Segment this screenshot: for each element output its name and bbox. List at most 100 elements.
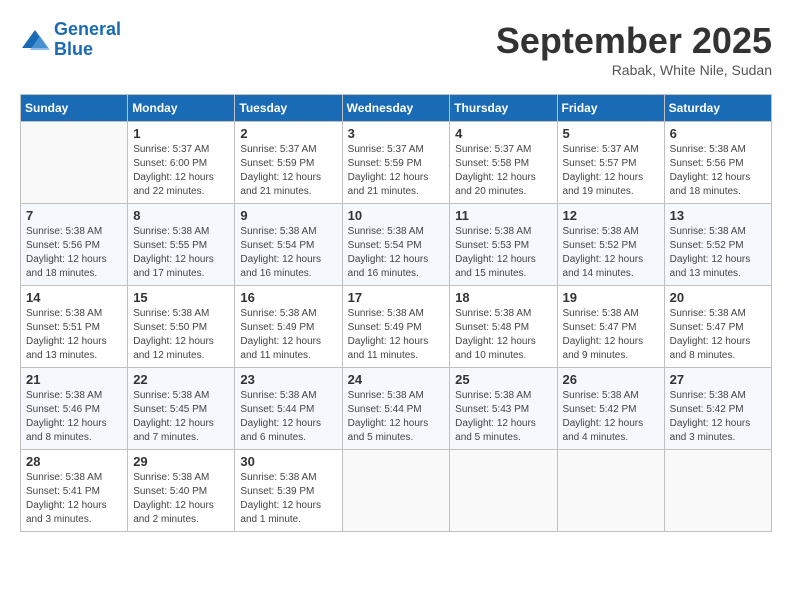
- day-number: 19: [563, 290, 659, 305]
- calendar-cell: 10Sunrise: 5:38 AM Sunset: 5:54 PM Dayli…: [342, 204, 450, 286]
- day-info: Sunrise: 5:38 AM Sunset: 5:56 PM Dayligh…: [26, 225, 122, 281]
- day-info: Sunrise: 5:38 AM Sunset: 5:46 PM Dayligh…: [26, 389, 122, 445]
- day-number: 2: [240, 126, 336, 141]
- day-number: 26: [563, 372, 659, 387]
- day-number: 29: [133, 454, 229, 469]
- day-info: Sunrise: 5:38 AM Sunset: 5:52 PM Dayligh…: [563, 225, 659, 281]
- day-number: 6: [670, 126, 766, 141]
- calendar-cell: 28 Sunrise: 5:38 AM Sunset: 5:41 PM Dayli…: [21, 450, 128, 532]
- day-number: 18: [455, 290, 551, 305]
- calendar-cell: 4Sunrise: 5:37 AM Sunset: 5:58 PM Daylig…: [450, 122, 557, 204]
- day-number: 27: [670, 372, 766, 387]
- day-number: 22: [133, 372, 229, 387]
- day-number: 1: [133, 126, 229, 141]
- calendar-week-row: 21 Sunrise: 5:38 AM Sunset: 5:46 PM Dayli…: [21, 368, 772, 450]
- day-info: Sunrise: 5:37 AM Sunset: 5:59 PM Dayligh…: [348, 143, 445, 199]
- day-info: Sunrise: 5:38 AM Sunset: 5:49 PM Dayligh…: [348, 307, 445, 363]
- calendar-cell: [342, 450, 450, 532]
- calendar-cell: 1 Sunrise: 5:37 AM Sunset: 6:00 PM Daylig…: [128, 122, 235, 204]
- calendar-cell: [664, 450, 771, 532]
- calendar-cell: 22 Sunrise: 5:38 AM Sunset: 5:45 PM Dayli…: [128, 368, 235, 450]
- calendar-cell: 14 Sunrise: 5:38 AM Sunset: 5:51 PM Dayli…: [21, 286, 128, 368]
- calendar-cell: 30 Sunrise: 5:38 AM Sunset: 5:39 PM Dayli…: [235, 450, 342, 532]
- day-number: 13: [670, 208, 766, 223]
- calendar-week-row: 1 Sunrise: 5:37 AM Sunset: 6:00 PM Daylig…: [21, 122, 772, 204]
- calendar-cell: 29 Sunrise: 5:38 AM Sunset: 5:40 PM Dayli…: [128, 450, 235, 532]
- day-info: Sunrise: 5:37 AM Sunset: 6:00 PM Dayligh…: [133, 143, 229, 199]
- calendar-cell: 6 Sunrise: 5:38 AM Sunset: 5:56 PM Daylig…: [664, 122, 771, 204]
- calendar-week-row: 14 Sunrise: 5:38 AM Sunset: 5:51 PM Dayli…: [21, 286, 772, 368]
- column-header-wednesday: Wednesday: [342, 95, 450, 122]
- logo-line1: General: [54, 19, 121, 39]
- page-header: General Blue September 2025 Rabak, White…: [20, 20, 772, 78]
- day-info: Sunrise: 5:38 AM Sunset: 5:45 PM Dayligh…: [133, 389, 229, 445]
- day-info: Sunrise: 5:38 AM Sunset: 5:47 PM Dayligh…: [670, 307, 766, 363]
- location: Rabak, White Nile, Sudan: [496, 62, 772, 78]
- day-info: Sunrise: 5:38 AM Sunset: 5:51 PM Dayligh…: [26, 307, 122, 363]
- calendar-cell: 18Sunrise: 5:38 AM Sunset: 5:48 PM Dayli…: [450, 286, 557, 368]
- day-info: Sunrise: 5:38 AM Sunset: 5:41 PM Dayligh…: [26, 471, 122, 527]
- day-number: 12: [563, 208, 659, 223]
- day-info: Sunrise: 5:38 AM Sunset: 5:50 PM Dayligh…: [133, 307, 229, 363]
- calendar-cell: 13 Sunrise: 5:38 AM Sunset: 5:52 PM Dayli…: [664, 204, 771, 286]
- day-number: 8: [133, 208, 229, 223]
- day-info: Sunrise: 5:37 AM Sunset: 5:58 PM Dayligh…: [455, 143, 551, 199]
- logo-text: General Blue: [54, 20, 121, 60]
- calendar-week-row: 7 Sunrise: 5:38 AM Sunset: 5:56 PM Daylig…: [21, 204, 772, 286]
- day-number: 5: [563, 126, 659, 141]
- logo: General Blue: [20, 20, 121, 60]
- day-info: Sunrise: 5:38 AM Sunset: 5:55 PM Dayligh…: [133, 225, 229, 281]
- day-info: Sunrise: 5:38 AM Sunset: 5:42 PM Dayligh…: [670, 389, 766, 445]
- calendar-cell: 2 Sunrise: 5:37 AM Sunset: 5:59 PM Daylig…: [235, 122, 342, 204]
- day-info: Sunrise: 5:38 AM Sunset: 5:49 PM Dayligh…: [240, 307, 336, 363]
- column-header-thursday: Thursday: [450, 95, 557, 122]
- day-info: Sunrise: 5:38 AM Sunset: 5:44 PM Dayligh…: [348, 389, 445, 445]
- calendar-cell: 5 Sunrise: 5:37 AM Sunset: 5:57 PM Daylig…: [557, 122, 664, 204]
- day-info: Sunrise: 5:37 AM Sunset: 5:59 PM Dayligh…: [240, 143, 336, 199]
- calendar-cell: 25 Sunrise: 5:38 AM Sunset: 5:43 PM Dayli…: [450, 368, 557, 450]
- day-number: 11: [455, 208, 551, 223]
- calendar-cell: 9Sunrise: 5:38 AM Sunset: 5:54 PM Daylig…: [235, 204, 342, 286]
- day-number: 20: [670, 290, 766, 305]
- day-number: 24: [348, 372, 445, 387]
- day-number: 28: [26, 454, 122, 469]
- calendar-cell: 19Sunrise: 5:38 AM Sunset: 5:47 PM Dayli…: [557, 286, 664, 368]
- calendar-cell: [557, 450, 664, 532]
- day-info: Sunrise: 5:38 AM Sunset: 5:56 PM Dayligh…: [670, 143, 766, 199]
- day-number: 23: [240, 372, 336, 387]
- day-info: Sunrise: 5:38 AM Sunset: 5:52 PM Dayligh…: [670, 225, 766, 281]
- day-number: 7: [26, 208, 122, 223]
- calendar-cell: 12 Sunrise: 5:38 AM Sunset: 5:52 PM Dayli…: [557, 204, 664, 286]
- calendar-cell: 7 Sunrise: 5:38 AM Sunset: 5:56 PM Daylig…: [21, 204, 128, 286]
- day-number: 3: [348, 126, 445, 141]
- day-number: 14: [26, 290, 122, 305]
- column-header-friday: Friday: [557, 95, 664, 122]
- calendar-week-row: 28 Sunrise: 5:38 AM Sunset: 5:41 PM Dayli…: [21, 450, 772, 532]
- calendar-cell: 15 Sunrise: 5:38 AM Sunset: 5:50 PM Dayli…: [128, 286, 235, 368]
- calendar-cell: 16 Sunrise: 5:38 AM Sunset: 5:49 PM Dayli…: [235, 286, 342, 368]
- calendar-cell: 8 Sunrise: 5:38 AM Sunset: 5:55 PM Daylig…: [128, 204, 235, 286]
- day-info: Sunrise: 5:38 AM Sunset: 5:39 PM Dayligh…: [240, 471, 336, 527]
- calendar-header-row: SundayMondayTuesdayWednesdayThursdayFrid…: [21, 95, 772, 122]
- month-year: September 2025: [496, 20, 772, 62]
- day-info: Sunrise: 5:38 AM Sunset: 5:42 PM Dayligh…: [563, 389, 659, 445]
- calendar-cell: 11Sunrise: 5:38 AM Sunset: 5:53 PM Dayli…: [450, 204, 557, 286]
- day-info: Sunrise: 5:38 AM Sunset: 5:40 PM Dayligh…: [133, 471, 229, 527]
- day-number: 21: [26, 372, 122, 387]
- column-header-monday: Monday: [128, 95, 235, 122]
- day-number: 25: [455, 372, 551, 387]
- day-number: 30: [240, 454, 336, 469]
- calendar-cell: 27 Sunrise: 5:38 AM Sunset: 5:42 PM Dayli…: [664, 368, 771, 450]
- day-info: Sunrise: 5:38 AM Sunset: 5:43 PM Dayligh…: [455, 389, 551, 445]
- calendar-table: SundayMondayTuesdayWednesdayThursdayFrid…: [20, 94, 772, 532]
- day-info: Sunrise: 5:38 AM Sunset: 5:54 PM Dayligh…: [240, 225, 336, 281]
- day-number: 17: [348, 290, 445, 305]
- day-number: 16: [240, 290, 336, 305]
- calendar-cell: 26 Sunrise: 5:38 AM Sunset: 5:42 PM Dayli…: [557, 368, 664, 450]
- day-number: 10: [348, 208, 445, 223]
- day-number: 15: [133, 290, 229, 305]
- column-header-sunday: Sunday: [21, 95, 128, 122]
- day-info: Sunrise: 5:37 AM Sunset: 5:57 PM Dayligh…: [563, 143, 659, 199]
- calendar-cell: 3 Sunrise: 5:37 AM Sunset: 5:59 PM Daylig…: [342, 122, 450, 204]
- calendar-cell: 23Sunrise: 5:38 AM Sunset: 5:44 PM Dayli…: [235, 368, 342, 450]
